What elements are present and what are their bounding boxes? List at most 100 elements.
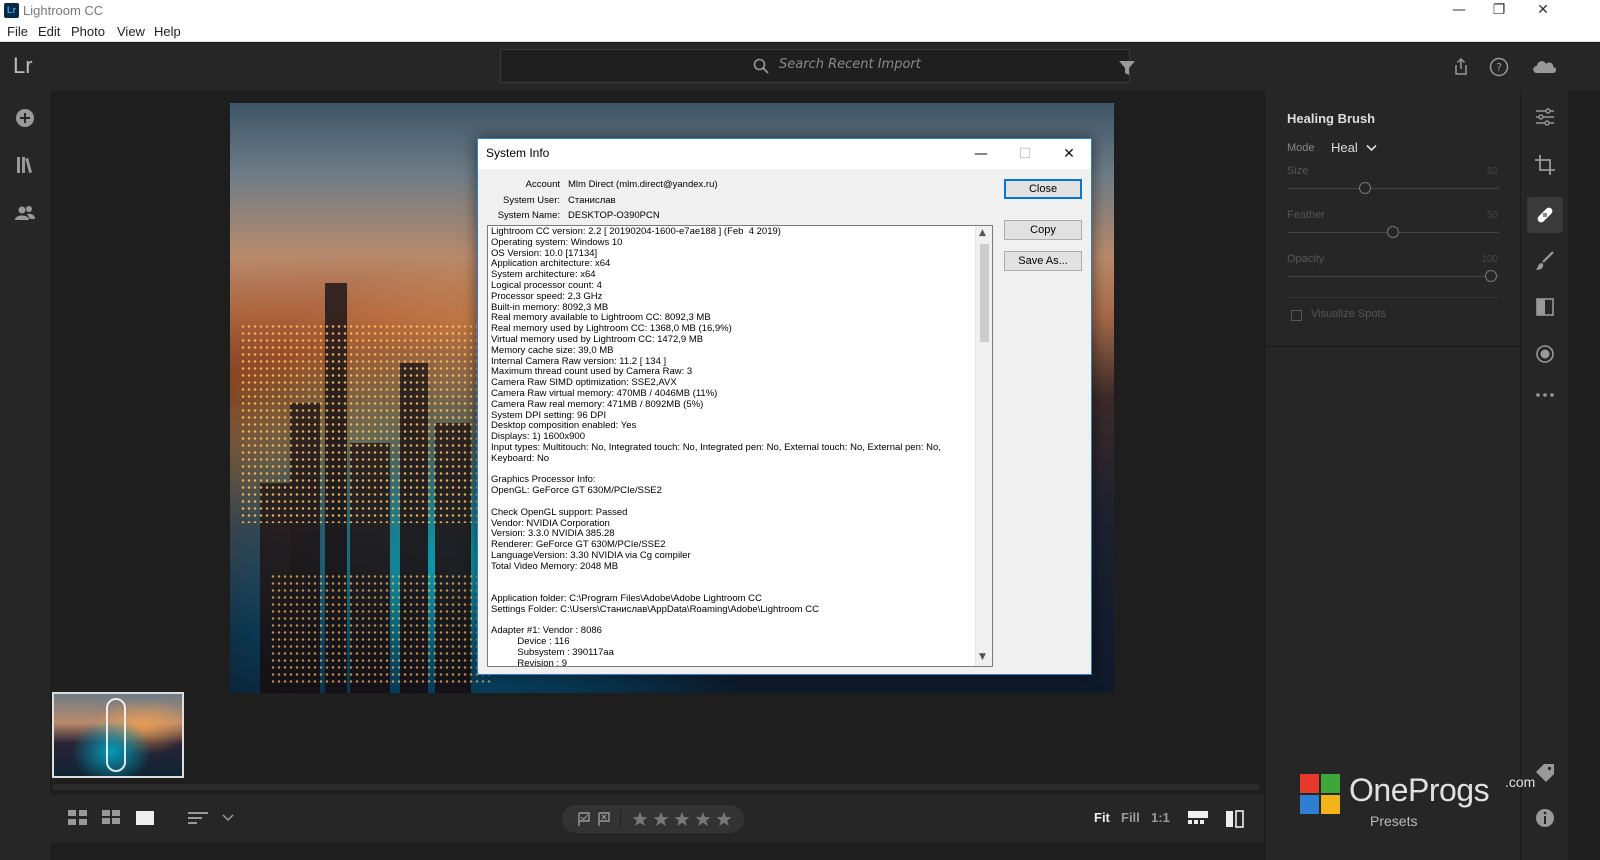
sort-chevron-down-icon[interactable]: [222, 813, 234, 823]
opacity-slider-thumb[interactable]: [1485, 270, 1497, 282]
info-line: Settings Folder: C:\Users\Станислав\AppD…: [491, 603, 819, 615]
oneprogs-logo-icon: [1300, 774, 1340, 814]
system-name-value: DESKTOP-O390PCN: [568, 210, 660, 221]
radial-gradient-icon[interactable]: [1533, 342, 1557, 366]
visualize-spots-checkbox[interactable]: [1291, 310, 1302, 321]
library-icon[interactable]: [13, 153, 37, 177]
dialog-maximize-button: ☐: [1018, 146, 1032, 162]
feather-value: 50: [1486, 210, 1498, 221]
info-scrollbar[interactable]: ▲ ▼: [975, 226, 992, 666]
bottom-bar: Fit Fill 1:1: [50, 795, 1264, 843]
share-icon[interactable]: [1450, 56, 1472, 78]
panel-separator: [1287, 297, 1499, 298]
info-line: Check OpenGL support: Passed: [491, 506, 628, 518]
info-line: Operating system: Windows 10: [491, 236, 623, 248]
tool-title: Healing Brush: [1287, 111, 1376, 126]
square-grid-icon[interactable]: [68, 810, 88, 826]
menu-edit[interactable]: Edit: [38, 24, 60, 39]
info-line: Keyboard: No: [491, 452, 550, 464]
size-value: 82: [1486, 166, 1498, 177]
presets-button[interactable]: Presets: [1370, 813, 1417, 829]
zoom-fill[interactable]: Fill: [1121, 810, 1140, 825]
edit-sliders-icon[interactable]: [1533, 105, 1557, 129]
menu-photo[interactable]: Photo: [71, 24, 105, 39]
brush-icon[interactable]: [1533, 249, 1557, 273]
info-line: Camera Raw real memory: 471MB / 8092MB (…: [491, 398, 704, 410]
help-icon[interactable]: ?: [1488, 56, 1510, 78]
system-name-label: System Name:: [497, 210, 560, 221]
compare-icon[interactable]: [1225, 810, 1245, 828]
size-slider-track[interactable]: [1287, 188, 1499, 189]
scroll-up-arrow-icon[interactable]: ▲: [979, 228, 986, 238]
dialog-title: System Info: [486, 146, 550, 160]
restore-button[interactable]: ❐: [1476, 0, 1522, 22]
search-box[interactable]: [500, 49, 1130, 83]
healing-brush-icon[interactable]: [1533, 203, 1557, 227]
window-close-button[interactable]: ✕: [1520, 0, 1566, 22]
copy-button[interactable]: Copy: [1004, 220, 1082, 240]
dialog-titlebar: System Info — ☐ ✕: [478, 139, 1091, 169]
info-line: Processor speed: 2,3 GHz: [491, 290, 603, 302]
lr-brand-mark[interactable]: Lr: [13, 53, 33, 79]
system-user-label: System User:: [502, 195, 560, 206]
panel-divider: [1265, 346, 1521, 347]
info-line: Total Video Memory: 2048 MB: [491, 560, 619, 572]
star-rating-icon[interactable]: [632, 811, 736, 827]
feather-slider-thumb[interactable]: [1387, 226, 1399, 238]
oneprogs-watermark: OneProgs .com: [1300, 772, 1560, 816]
system-info-lines: Lightroom CC version: 2.2 [ 20190204-160…: [491, 226, 977, 667]
watermark-suffix: .com: [1505, 774, 1536, 790]
save-as-button[interactable]: Save As...: [1004, 251, 1082, 271]
svg-text:?: ?: [1496, 61, 1502, 74]
dialog-minimize-button[interactable]: —: [966, 143, 996, 165]
opacity-slider-track[interactable]: [1287, 276, 1499, 277]
filmstrip-toggle-icon[interactable]: [1188, 810, 1208, 826]
add-photos-icon[interactable]: [13, 106, 37, 130]
account-value: Mlm Direct (mlm.direct@yandex.ru): [568, 179, 718, 190]
top-toolbar: Lr ?: [0, 43, 1600, 91]
detail-view-icon[interactable]: [136, 810, 156, 826]
menu-help[interactable]: Help: [154, 24, 181, 39]
window-titlebar: Lr Lightroom CC — ❐ ✕: [0, 0, 1600, 22]
system-info-dialog: System Info — ☐ ✕ Account Mlm Direct (ml…: [477, 138, 1092, 675]
mode-dropdown[interactable]: Heal: [1331, 140, 1377, 155]
menu-view[interactable]: View: [117, 24, 145, 39]
search-input[interactable]: [779, 57, 1079, 72]
feather-label: Feather: [1287, 209, 1325, 221]
crop-rotate-icon[interactable]: [1533, 153, 1557, 177]
info-line: Memory cache size: 39,0 MB: [491, 344, 614, 356]
cloud-icon[interactable]: [1530, 56, 1558, 78]
mode-label: Mode: [1287, 142, 1315, 154]
system-info-textarea[interactable]: Lightroom CC version: 2.2 [ 20190204-160…: [487, 225, 993, 667]
lightroom-logo-icon: Lr: [4, 3, 19, 18]
flag-pick-icon[interactable]: [576, 811, 592, 827]
info-line: Revision : 9: [491, 657, 568, 667]
search-icon: [753, 58, 769, 74]
size-slider-thumb[interactable]: [1359, 182, 1371, 194]
more-options-icon[interactable]: [1533, 383, 1557, 407]
dialog-close-x-button[interactable]: ✕: [1054, 143, 1084, 165]
right-rail: [1520, 91, 1568, 860]
sort-icon[interactable]: [188, 810, 210, 826]
zoom-fit[interactable]: Fit: [1094, 810, 1110, 825]
rating-flag-pill: [562, 805, 744, 833]
filmstrip-scrollbar[interactable]: [52, 784, 1260, 790]
zoom-one-to-one[interactable]: 1:1: [1151, 810, 1170, 825]
menu-file[interactable]: File: [7, 24, 28, 39]
menu-bar: File Edit Photo View Help: [0, 22, 1600, 42]
close-button[interactable]: Close: [1004, 179, 1082, 199]
left-rail: [0, 91, 50, 860]
opacity-value: 100: [1481, 254, 1498, 265]
scroll-down-arrow-icon[interactable]: ▼: [979, 652, 986, 662]
filter-icon[interactable]: [1116, 57, 1138, 79]
people-icon[interactable]: [13, 201, 37, 225]
flag-reject-icon[interactable]: [596, 811, 612, 827]
info-line: OpenGL: GeForce GT 630M/PCIe/SSE2: [491, 485, 662, 497]
scrollbar-thumb[interactable]: [980, 244, 989, 342]
info-line: [491, 573, 977, 584]
filmstrip-thumbnail[interactable]: [52, 692, 184, 778]
linear-gradient-icon[interactable]: [1533, 295, 1557, 319]
info-line: Input types: Multitouch: No, Integrated …: [491, 441, 941, 453]
photo-grid-icon[interactable]: [102, 810, 122, 826]
account-label: Account: [525, 179, 560, 190]
